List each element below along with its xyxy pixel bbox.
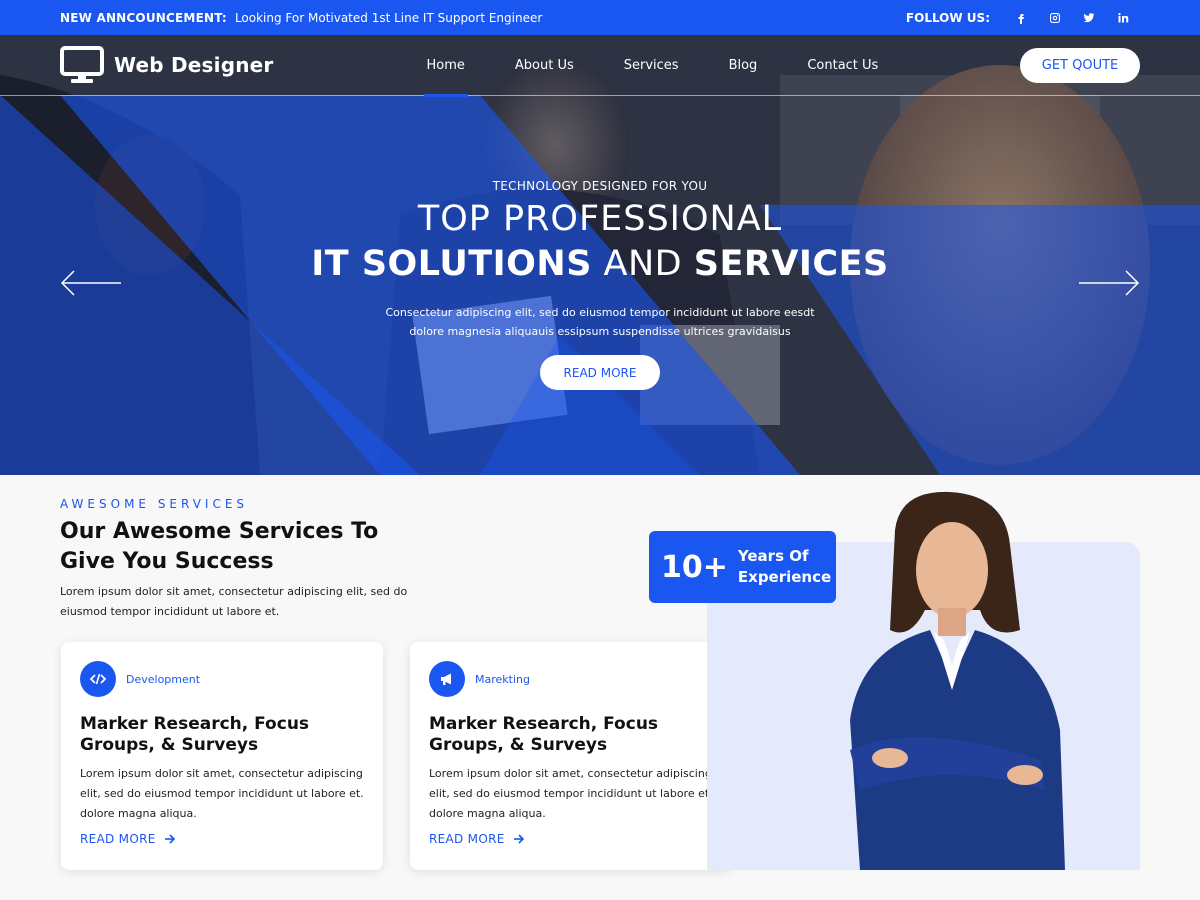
nav-blog[interactable]: Blog xyxy=(704,35,783,96)
nav-about-us[interactable]: About Us xyxy=(490,35,599,96)
service-card-development: Development Marker Research, Focus Group… xyxy=(61,642,383,870)
hero-banner: Web Designer Home About Us Services Blog… xyxy=(0,35,1200,475)
card-title[interactable]: Marker Research, Focus Groups, & Surveys xyxy=(80,714,370,756)
services-eyebrow: AWESOME SERVICES xyxy=(60,497,249,511)
nav-contact-us[interactable]: Contact Us xyxy=(782,35,903,96)
card-header: Development xyxy=(80,661,200,697)
businesswoman-photo xyxy=(850,491,1065,870)
announcement-text[interactable]: Looking For Motivated 1st Line IT Suppor… xyxy=(235,11,542,25)
facebook-icon[interactable] xyxy=(1004,8,1038,28)
card-header: Marekting xyxy=(429,661,530,697)
megaphone-icon xyxy=(429,661,465,697)
site-logo[interactable]: Web Designer xyxy=(60,45,274,85)
follow-label: FOLLOW US: xyxy=(905,10,990,25)
card-read-more-link[interactable]: READ MORE xyxy=(429,832,525,846)
experience-line1: Years Of xyxy=(737,547,809,565)
main-navbar: Web Designer Home About Us Services Blog… xyxy=(0,35,1200,97)
slider-next-arrow-icon[interactable] xyxy=(1078,268,1140,298)
announcement-label: NEW ANNCOUNCEMENT: xyxy=(60,10,227,25)
card-title[interactable]: Marker Research, Focus Groups, & Surveys xyxy=(429,714,719,756)
hero-title-strong-1: IT SOLUTIONS xyxy=(311,244,592,284)
hero-description-line1: Consectetur adipiscing elit, sed do eius… xyxy=(385,306,815,319)
hero-title-connector: AND xyxy=(591,244,694,284)
services-title: Our Awesome Services To Give You Success xyxy=(60,519,379,574)
instagram-icon[interactable] xyxy=(1038,8,1072,28)
hero-description: Consectetur adipiscing elit, sed do eius… xyxy=(370,303,830,341)
hero-title-line2: IT SOLUTIONS AND SERVICES xyxy=(0,244,1200,284)
twitter-icon[interactable] xyxy=(1072,8,1106,28)
hero-title-strong-2: SERVICES xyxy=(693,244,889,284)
arrow-right-icon xyxy=(164,834,175,844)
card-read-more-label: READ MORE xyxy=(80,832,156,846)
card-text: Lorem ipsum dolor sit amet, consectetur … xyxy=(429,767,713,820)
card-category[interactable]: Marekting xyxy=(475,673,530,686)
experience-number: 10+ xyxy=(661,549,728,585)
nav-services[interactable]: Services xyxy=(599,35,704,96)
code-icon xyxy=(80,661,116,697)
get-quote-button[interactable]: GET QOUTE xyxy=(1020,47,1140,83)
card-read-more-label: READ MORE xyxy=(429,832,505,846)
experience-line2: Experience xyxy=(737,568,832,586)
announcement-bar: NEW ANNCOUNCEMENT: Looking For Motivated… xyxy=(0,0,1200,35)
hero-eyebrow: TECHNOLOGY DESIGNED FOR YOU xyxy=(492,179,708,193)
nav-home[interactable]: Home xyxy=(402,35,490,97)
service-card-marketing: Marekting Marker Research, Focus Groups,… xyxy=(410,642,732,870)
card-category[interactable]: Development xyxy=(126,673,200,686)
card-text: Lorem ipsum dolor sit amet, consectetur … xyxy=(80,767,364,820)
monitor-icon xyxy=(60,46,104,83)
hero-read-more-button[interactable]: READ MORE xyxy=(540,355,660,390)
logo-text: Web Designer xyxy=(114,53,274,77)
slider-prev-arrow-icon[interactable] xyxy=(60,268,122,298)
services-description: Lorem ipsum dolor sit amet, consectetur … xyxy=(60,585,408,618)
experience-badge: 10+ Years Of Experience xyxy=(649,531,836,603)
arrow-right-icon xyxy=(513,834,524,844)
services-section: AWESOME SERVICES Our Awesome Services To… xyxy=(0,475,1200,900)
hero-description-line2: dolore magnesia aliquauis essipsum suspe… xyxy=(409,325,791,338)
social-links: FOLLOW US: xyxy=(906,8,1140,28)
experience-text: Years Of Experience xyxy=(738,546,831,588)
nav-menu: Home About Us Services Blog Contact Us xyxy=(402,35,904,97)
card-read-more-link[interactable]: READ MORE xyxy=(80,832,176,846)
linkedin-icon[interactable] xyxy=(1106,8,1140,28)
hero-title-line1: TOP PROFESSIONAL xyxy=(417,199,783,239)
